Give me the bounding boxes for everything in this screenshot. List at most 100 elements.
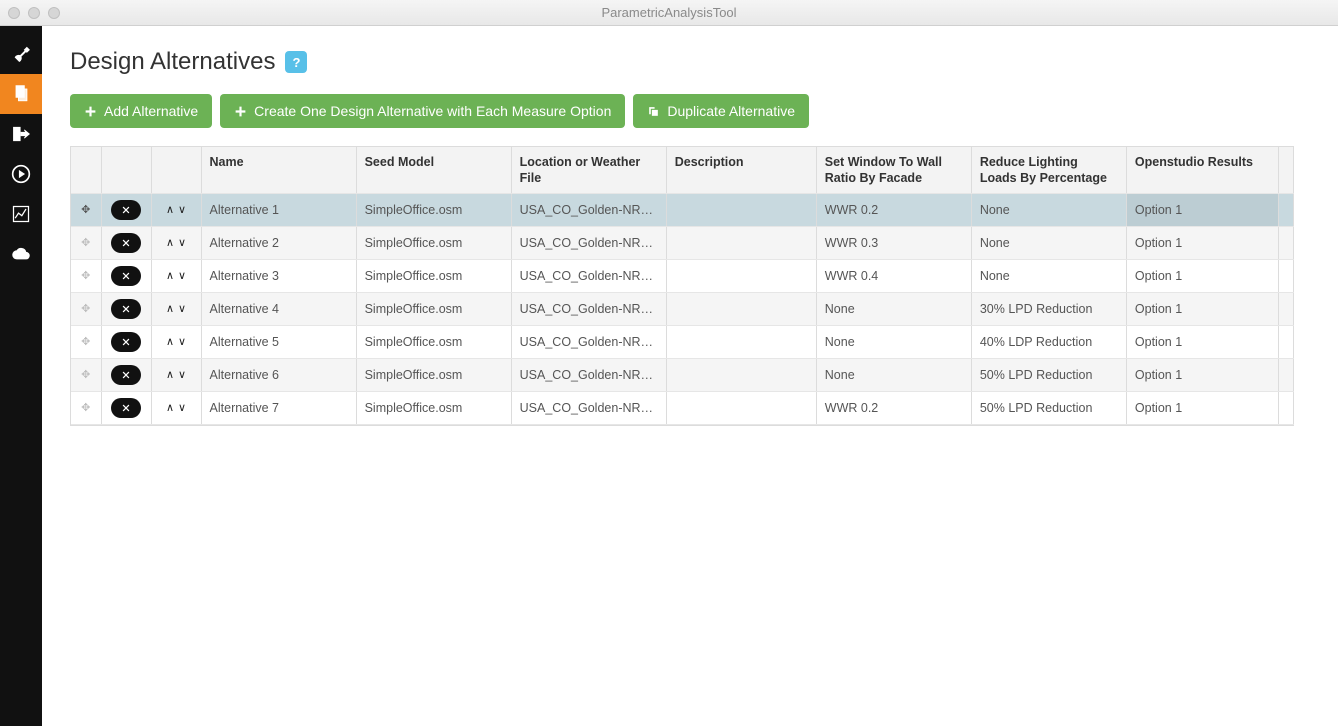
help-button[interactable]: ? (285, 51, 307, 73)
cell-seed[interactable]: SimpleOffice.osm (356, 193, 511, 226)
move-down-button[interactable]: ∨ (178, 335, 186, 348)
cell-seed[interactable]: SimpleOffice.osm (356, 292, 511, 325)
table-row[interactable]: ✥ ∧ ∨ Alternative 6SimpleOffice.osmUSA_CO_G… (71, 358, 1294, 391)
cell-seed[interactable]: SimpleOffice.osm (356, 226, 511, 259)
cell-description[interactable] (666, 292, 816, 325)
cell-lpd[interactable]: 30% LPD Reduction (971, 292, 1126, 325)
cell-open[interactable]: Option 1 (1126, 226, 1278, 259)
table-row[interactable]: ✥ ∧ ∨ Alternative 1SimpleOffice.osmUSA_CO_G… (71, 193, 1294, 226)
col-name[interactable]: Name (201, 147, 356, 193)
cell-lpd[interactable]: None (971, 226, 1126, 259)
table-row[interactable]: ✥ ∧ ∨ Alternative 3SimpleOffice.osmUSA_CO_G… (71, 259, 1294, 292)
cell-description[interactable] (666, 358, 816, 391)
move-up-button[interactable]: ∧ (166, 269, 174, 282)
delete-row-button[interactable] (111, 266, 141, 286)
delete-row-button[interactable] (111, 332, 141, 352)
cell-location[interactable]: USA_CO_Golden-NREL.... (511, 325, 666, 358)
cell-seed[interactable]: SimpleOffice.osm (356, 259, 511, 292)
minimize-window[interactable] (28, 7, 40, 19)
drag-handle-icon[interactable]: ✥ (79, 335, 93, 348)
move-up-button[interactable]: ∧ (166, 302, 174, 315)
cell-wwr[interactable]: WWR 0.3 (816, 226, 971, 259)
cell-name[interactable]: Alternative 1 (201, 193, 356, 226)
col-seed[interactable]: Seed Model (356, 147, 511, 193)
cell-open[interactable]: Option 1 (1126, 325, 1278, 358)
cell-lpd[interactable]: None (971, 193, 1126, 226)
move-down-button[interactable]: ∨ (178, 203, 186, 216)
cell-location[interactable]: USA_CO_Golden-NREL.... (511, 292, 666, 325)
cell-name[interactable]: Alternative 3 (201, 259, 356, 292)
table-row[interactable]: ✥ ∧ ∨ Alternative 4SimpleOffice.osmUSA_CO_G… (71, 292, 1294, 325)
table-row[interactable]: ✥ ∧ ∨ Alternative 5SimpleOffice.osmUSA_CO_G… (71, 325, 1294, 358)
cell-wwr[interactable]: None (816, 325, 971, 358)
cell-name[interactable]: Alternative 6 (201, 358, 356, 391)
cell-lpd[interactable]: 50% LPD Reduction (971, 391, 1126, 424)
drag-handle-icon[interactable]: ✥ (79, 269, 93, 282)
close-window[interactable] (8, 7, 20, 19)
cell-seed[interactable]: SimpleOffice.osm (356, 358, 511, 391)
table-row[interactable]: ✥∧∨Alternative 2SimpleOffice.osmUSA_CO_G… (71, 226, 1294, 259)
cell-open[interactable]: Option 1 (1126, 358, 1278, 391)
drag-handle-icon[interactable]: ✥ (79, 236, 93, 249)
cell-description[interactable] (666, 193, 816, 226)
cell-wwr[interactable]: None (816, 358, 971, 391)
col-wwr[interactable]: Set Window To Wall Ratio By Facade (816, 147, 971, 193)
move-down-button[interactable]: ∨ (178, 401, 186, 414)
cell-open[interactable]: Option 1 (1126, 259, 1278, 292)
cell-open[interactable]: Option 1 (1126, 292, 1278, 325)
move-down-button[interactable]: ∨ (178, 269, 186, 282)
move-up-button[interactable]: ∧ (166, 401, 174, 414)
sidebar-item-alternatives[interactable] (0, 74, 42, 114)
cell-location[interactable]: USA_CO_Golden-NREL.... (511, 226, 666, 259)
move-down-button[interactable]: ∨ (178, 302, 186, 315)
cell-location[interactable]: USA_CO_Golden-NREL.... (511, 391, 666, 424)
cell-wwr[interactable]: WWR 0.2 (816, 193, 971, 226)
drag-handle-icon[interactable]: ✥ (79, 368, 93, 381)
cell-wwr[interactable]: None (816, 292, 971, 325)
cell-description[interactable] (666, 259, 816, 292)
cell-location[interactable]: USA_CO_Golden-NREL.... (511, 259, 666, 292)
table-row[interactable]: ✥∧∨Alternative 7SimpleOffice.osmUSA_CO_G… (71, 391, 1294, 424)
move-down-button[interactable]: ∨ (178, 368, 186, 381)
cell-description[interactable] (666, 325, 816, 358)
cell-lpd[interactable]: None (971, 259, 1126, 292)
sidebar-item-run[interactable] (0, 154, 42, 194)
sidebar-item-reports[interactable] (0, 194, 42, 234)
cell-open[interactable]: Option 1 (1126, 391, 1278, 424)
delete-row-button[interactable] (111, 233, 141, 253)
cell-lpd[interactable]: 50% LPD Reduction (971, 358, 1126, 391)
move-up-button[interactable]: ∧ (166, 203, 174, 216)
cell-location[interactable]: USA_CO_Golden-NREL.... (511, 193, 666, 226)
sidebar-item-cloud[interactable]: OS (0, 234, 42, 274)
cell-description[interactable] (666, 226, 816, 259)
cell-open[interactable]: Option 1 (1126, 193, 1278, 226)
cell-name[interactable]: Alternative 7 (201, 391, 356, 424)
move-up-button[interactable]: ∧ (166, 368, 174, 381)
col-description[interactable]: Description (666, 147, 816, 193)
cell-wwr[interactable]: WWR 0.4 (816, 259, 971, 292)
cell-wwr[interactable]: WWR 0.2 (816, 391, 971, 424)
cell-seed[interactable]: SimpleOffice.osm (356, 325, 511, 358)
drag-handle-icon[interactable]: ✥ (79, 203, 93, 216)
add-alternative-button[interactable]: Add Alternative (70, 94, 212, 128)
col-location[interactable]: Location or Weather File (511, 147, 666, 193)
cell-name[interactable]: Alternative 4 (201, 292, 356, 325)
col-open[interactable]: Openstudio Results (1126, 147, 1278, 193)
cell-seed[interactable]: SimpleOffice.osm (356, 391, 511, 424)
delete-row-button[interactable] (111, 299, 141, 319)
cell-lpd[interactable]: 40% LDP Reduction (971, 325, 1126, 358)
duplicate-alternative-button[interactable]: Duplicate Alternative (633, 94, 809, 128)
sidebar-item-export[interactable] (0, 114, 42, 154)
cell-name[interactable]: Alternative 5 (201, 325, 356, 358)
cell-location[interactable]: USA_CO_Golden-NREL.... (511, 358, 666, 391)
move-up-button[interactable]: ∧ (166, 335, 174, 348)
delete-row-button[interactable] (111, 200, 141, 220)
cell-name[interactable]: Alternative 2 (201, 226, 356, 259)
col-lpd[interactable]: Reduce Lighting Loads By Percentage (971, 147, 1126, 193)
create-each-button[interactable]: Create One Design Alternative with Each … (220, 94, 625, 128)
maximize-window[interactable] (48, 7, 60, 19)
drag-handle-icon[interactable]: ✥ (79, 302, 93, 315)
move-up-button[interactable]: ∧ (166, 236, 174, 249)
sidebar-item-tools[interactable] (0, 34, 42, 74)
cell-description[interactable] (666, 391, 816, 424)
